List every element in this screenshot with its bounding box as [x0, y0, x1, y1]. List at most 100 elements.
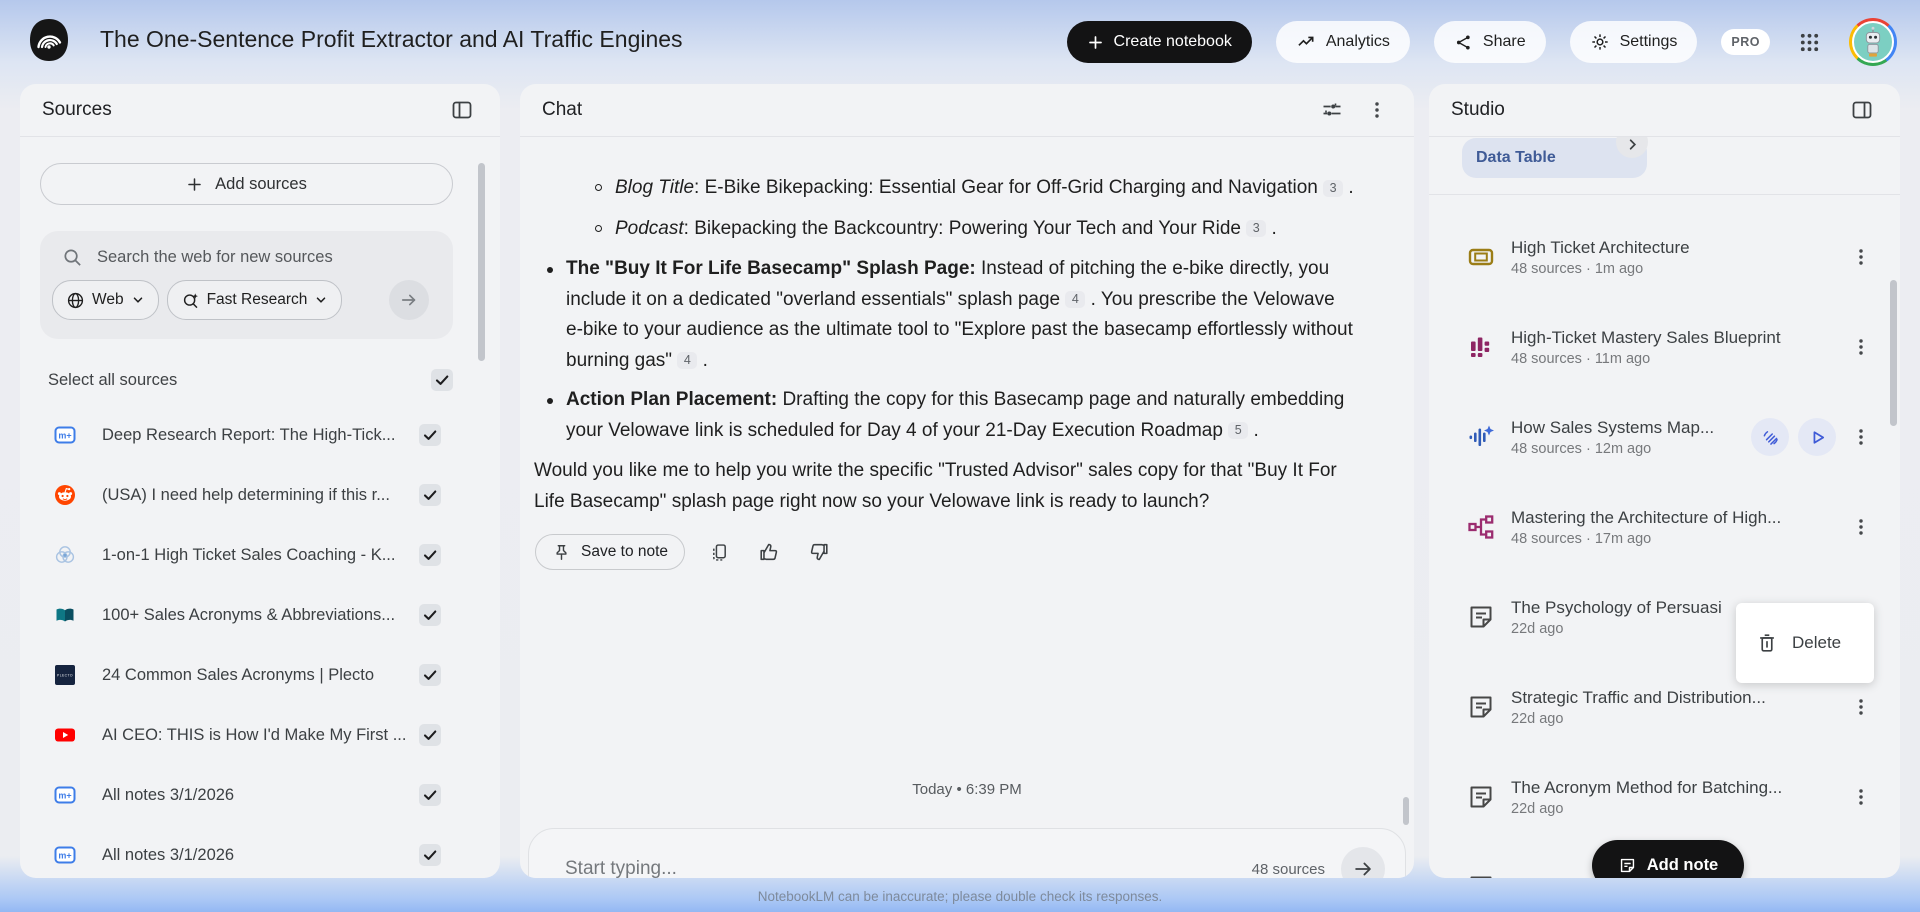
message-text-segment: . — [1343, 177, 1354, 198]
citation-chip[interactable]: 3 — [1246, 220, 1267, 237]
studio-item-more-icon[interactable] — [1846, 692, 1876, 722]
save-to-note-button[interactable]: Save to note — [535, 534, 686, 570]
share-button[interactable]: Share — [1433, 21, 1546, 63]
studio-item-title: Mastering the Architecture of High... — [1511, 507, 1782, 527]
studio-item-text: Mastering the Architecture of High... 48 … — [1511, 508, 1846, 547]
source-row[interactable]: 1-on-1 High Ticket Sales Coaching - K... — [40, 525, 453, 585]
chat-more-menu-icon[interactable] — [1362, 95, 1392, 125]
citation-chip[interactable]: 4 — [1065, 291, 1086, 308]
source-checkbox[interactable] — [419, 424, 441, 446]
studio-item-text: High Ticket Architecture 48 sources · 1m … — [1511, 238, 1846, 277]
message-text-segment: Podcast — [615, 217, 684, 239]
studio-item-more-icon[interactable] — [1846, 782, 1876, 812]
pro-badge: PRO — [1721, 29, 1770, 55]
mind-map-icon — [1467, 513, 1495, 541]
trending-up-icon — [1296, 32, 1316, 52]
plecto-icon: PLECTO — [54, 664, 76, 686]
sources-panel-title: Sources — [42, 99, 112, 120]
studio-item-meta: 22d ago — [1511, 710, 1564, 727]
svg-text:m+: m+ — [58, 791, 71, 801]
web-filter-dropdown[interactable]: Web — [52, 280, 159, 320]
source-row[interactable]: AI CEO: THIS is How I'd Make My First ..… — [40, 705, 453, 765]
bullet-marker — [547, 397, 553, 404]
source-row[interactable]: m+ All notes 3/1/2026 — [40, 765, 453, 825]
chevron-down-icon — [131, 293, 145, 307]
create-notebook-button[interactable]: Create notebook — [1066, 21, 1252, 63]
message-text-segment: : E-Bike Bikepacking: Essential Gear for… — [694, 177, 1324, 198]
studio-item-text: The Acronym Method for Batching... 22d ag… — [1511, 778, 1846, 817]
avatar-robot-image — [1852, 21, 1894, 63]
citation-chip[interactable]: 4 — [677, 352, 698, 369]
chevron-down-icon — [314, 293, 328, 307]
studio-item-row[interactable]: How Sales Systems Map... 48 sources · 12m… — [1429, 392, 1900, 482]
studio-item-meta: 48 sources · 12m ago — [1511, 440, 1652, 457]
source-checkbox[interactable] — [419, 784, 441, 806]
research-mode-dropdown[interactable]: Fast Research — [166, 280, 343, 320]
search-submit-button[interactable] — [389, 280, 429, 320]
sources-scrollbar[interactable] — [478, 163, 485, 361]
source-row[interactable]: m+ All notes 3/1/2026 — [40, 825, 453, 878]
chat-input[interactable] — [563, 857, 1252, 878]
delete-menu-label: Delete — [1792, 633, 1842, 652]
message-text-segment: . — [1248, 419, 1259, 441]
studio-panel-title: Studio — [1451, 99, 1505, 120]
studio-item-row[interactable]: Mastering the Architecture of High... 48 … — [1429, 482, 1900, 572]
delete-menu[interactable]: Delete — [1736, 603, 1874, 683]
add-note-button[interactable]: Add note — [1592, 840, 1744, 878]
chat-sources-count: 48 sources — [1251, 860, 1325, 878]
source-checkbox[interactable] — [419, 484, 441, 506]
message-text-segment: : Bikepacking the Backcountry: Powering … — [683, 217, 1247, 239]
studio-item-row[interactable]: High Ticket Architecture 48 sources · 1m … — [1429, 212, 1900, 302]
interactive-mode-button[interactable] — [1751, 418, 1789, 456]
source-checkbox[interactable] — [419, 604, 441, 626]
apps-grid-icon[interactable] — [1794, 27, 1825, 58]
copy-icon[interactable] — [705, 538, 734, 567]
citation-chip[interactable]: 3 — [1323, 179, 1344, 197]
studio-item-more-icon[interactable] — [1846, 872, 1876, 878]
add-sources-button[interactable]: Add sources — [40, 163, 453, 205]
thumbs-up-icon[interactable] — [754, 537, 784, 567]
message-list-item: Action Plan Placement: Drafting the copy… — [534, 385, 1356, 446]
studio-item-row[interactable]: High-Ticket Mastery Sales Blueprint 48 so… — [1429, 302, 1900, 392]
studio-scrollbar[interactable] — [1890, 280, 1897, 426]
notebook-title[interactable]: The One-Sentence Profit Extractor and AI… — [100, 26, 683, 53]
studio-item-more-icon[interactable] — [1846, 512, 1876, 542]
note-icon — [1467, 693, 1495, 721]
source-title: AI CEO: THIS is How I'd Make My First ..… — [102, 725, 407, 744]
source-search-input[interactable] — [95, 247, 441, 268]
source-checkbox[interactable] — [419, 664, 441, 686]
thumbs-down-icon[interactable] — [804, 537, 834, 567]
studio-item-more-icon[interactable] — [1846, 242, 1876, 272]
select-all-checkbox[interactable] — [431, 369, 453, 391]
source-row[interactable]: 100+ Sales Acronyms & Abbreviations... — [40, 585, 453, 645]
studio-item-more-icon[interactable] — [1846, 422, 1876, 452]
sources-panel-body: Add sources Web Fast Research — [20, 137, 500, 878]
send-message-button[interactable] — [1341, 847, 1385, 878]
notebooklm-logo-icon[interactable] — [27, 18, 71, 62]
source-row[interactable]: m+ Deep Research Report: The High-Tick... — [40, 405, 453, 465]
plus-icon — [186, 176, 203, 193]
message-text-segment: Action Plan Placement: — [566, 389, 778, 410]
collapse-sources-panel-icon[interactable] — [446, 94, 478, 126]
source-checkbox[interactable] — [419, 724, 441, 746]
source-row[interactable]: (USA) I need help determining if this r.… — [40, 465, 453, 525]
message-list-item: Podcast: Bikepacking the Backcountry: Po… — [534, 214, 1356, 245]
source-row[interactable]: PLECTO 24 Common Sales Acronyms | Plecto — [40, 645, 453, 705]
message-text-segment: Blog Title — [615, 177, 695, 198]
studio-item-row[interactable]: The Acronym Method for Batching... 22d ag… — [1429, 752, 1900, 842]
play-audio-button[interactable] — [1798, 418, 1836, 456]
account-avatar[interactable] — [1849, 18, 1897, 66]
audio-waveform-icon — [1467, 423, 1495, 451]
citation-chip[interactable]: 5 — [1228, 422, 1249, 439]
studio-panel: Studio Data Table High Ticket Architectu… — [1429, 84, 1900, 878]
chat-settings-icon[interactable] — [1316, 94, 1348, 126]
collapse-studio-panel-icon[interactable] — [1846, 94, 1878, 126]
source-checkbox[interactable] — [419, 544, 441, 566]
analytics-button[interactable]: Analytics — [1275, 21, 1410, 63]
gear-icon — [1590, 32, 1610, 52]
studio-item-more-icon[interactable] — [1846, 332, 1876, 362]
source-title: 1-on-1 High Ticket Sales Coaching - K... — [102, 545, 396, 564]
chat-scrollbar[interactable] — [1403, 797, 1409, 825]
settings-button[interactable]: Settings — [1569, 21, 1698, 63]
source-checkbox[interactable] — [419, 844, 441, 866]
